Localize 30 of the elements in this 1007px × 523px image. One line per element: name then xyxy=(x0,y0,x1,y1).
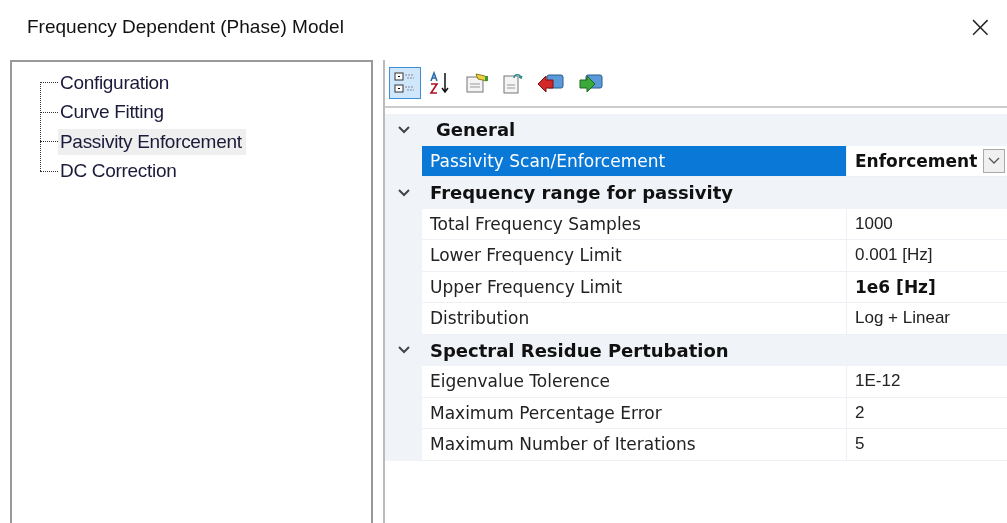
property-value: 1E-12 xyxy=(855,371,901,392)
property-name[interactable]: Eigenvalue Tolerence xyxy=(422,366,847,398)
chevron-down-icon[interactable] xyxy=(397,125,410,134)
window-title: Frequency Dependent (Phase) Model xyxy=(27,16,344,38)
close-button[interactable]: × xyxy=(963,8,997,44)
property-name[interactable]: Distribution xyxy=(422,303,847,335)
chevron-down-icon[interactable] xyxy=(397,188,410,197)
property-name[interactable]: Maximum Number of Iterations xyxy=(422,429,847,461)
tree-item[interactable]: Configuration xyxy=(58,69,174,96)
property-value: 1e6 [Hz] xyxy=(855,276,936,297)
property-name[interactable]: Upper Frequency Limit xyxy=(422,271,847,303)
category-heading: Spectral Residue Pertubation xyxy=(429,339,729,361)
property-value: Log + Linear xyxy=(855,308,950,329)
tree-connector-icon xyxy=(40,82,41,171)
category-heading: Frequency range for passivity xyxy=(429,182,734,204)
chevron-down-icon xyxy=(988,156,1000,165)
property-value: 0.001 [Hz] xyxy=(855,245,933,266)
tree-item[interactable]: Passivity Enforcement xyxy=(58,128,246,155)
property-value: 5 xyxy=(855,434,865,455)
category-heading: General xyxy=(435,119,516,141)
property-name[interactable]: Lower Frequency Limit xyxy=(422,240,847,272)
property-name[interactable]: Passivity Scan/Enforcement xyxy=(422,145,847,177)
property-name[interactable]: Total Frequency Samples xyxy=(422,208,847,240)
chevron-down-icon[interactable] xyxy=(397,346,410,355)
property-value: 2 xyxy=(855,402,865,423)
property-value: Enforcement xyxy=(855,150,978,171)
tree-item[interactable]: Curve Fitting xyxy=(58,99,168,126)
property-value: 1000 xyxy=(855,213,893,234)
property-name[interactable]: Maximum Percentage Error xyxy=(422,397,847,429)
tree-item[interactable]: DC Correction xyxy=(58,158,181,185)
